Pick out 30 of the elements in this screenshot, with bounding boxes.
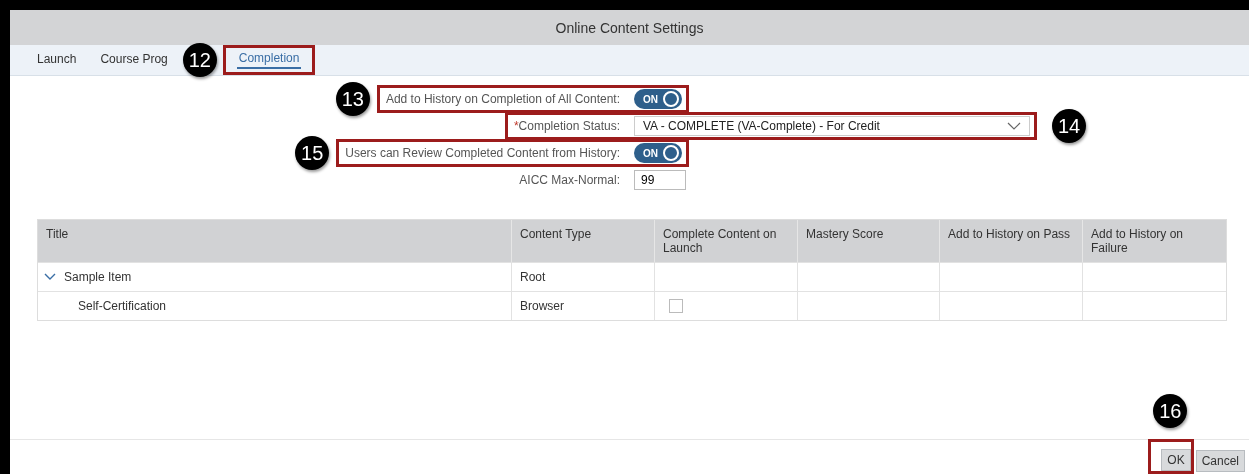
column-header: Title	[45, 226, 70, 243]
dialog-button[interactable]: OK	[1161, 449, 1191, 471]
column-header: Complete Content on Launch	[654, 220, 797, 262]
tab[interactable]: Launch	[28, 45, 86, 75]
column-header: Add to History on Failure	[1082, 220, 1226, 262]
toggle-switch[interactable]: ON	[634, 143, 682, 163]
column-header: Content Type	[511, 220, 654, 262]
dropdown[interactable]: VA - COMPLETE (VA-Complete) - For Credit	[634, 116, 1030, 136]
chevron-down-icon	[1007, 122, 1021, 130]
table-cell: Browser	[520, 299, 564, 313]
callout-badge: 12	[182, 43, 217, 77]
column-header: Add to History on Pass	[939, 220, 1082, 262]
tab[interactable]: Course Prog	[91, 45, 177, 75]
table-cell: Root	[520, 270, 546, 284]
callout-badge: 13	[335, 82, 370, 116]
dialog-button[interactable]: Cancel	[1195, 450, 1245, 472]
column-header: Mastery Score	[797, 220, 939, 262]
callout-badge: 14	[1052, 109, 1086, 143]
callout-badge: 16	[1153, 394, 1188, 428]
table-cell: Sample Item	[64, 270, 132, 284]
tab[interactable]: Completion	[236, 49, 302, 69]
table-cell: Self-Certification	[78, 299, 167, 313]
callout-badge: 15	[295, 136, 330, 170]
field-label: AICC Max-Normal:	[518, 172, 621, 189]
chevron-down-icon[interactable]	[44, 273, 56, 281]
field-label: *Completion Status:	[504, 112, 628, 140]
checkbox[interactable]	[669, 299, 683, 313]
toggle-switch[interactable]: ON	[634, 89, 682, 109]
input-field[interactable]: 99	[634, 170, 686, 190]
window-title: Online Content Settings	[555, 19, 704, 36]
